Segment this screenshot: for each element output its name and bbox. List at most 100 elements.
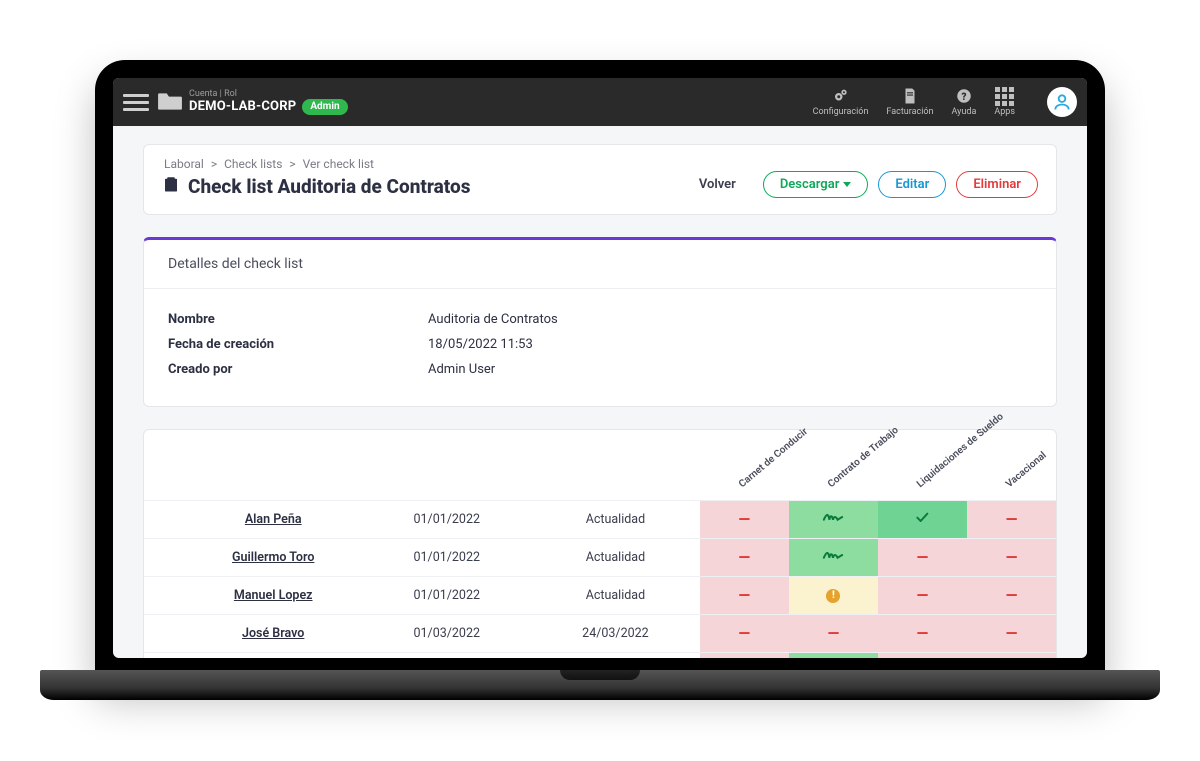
folder-icon xyxy=(157,90,183,115)
status-cell[interactable]: — xyxy=(967,576,1056,614)
missing-icon: — xyxy=(1006,624,1017,642)
start-date: 01/01/2022 xyxy=(362,500,531,538)
header-actions: Configuración Facturación ? Ayuda Apps xyxy=(813,87,1077,117)
gear-icon xyxy=(832,87,850,105)
status-cell[interactable]: — xyxy=(967,538,1056,576)
account-sublabel: Cuenta | Rol xyxy=(189,89,348,99)
document-icon xyxy=(901,87,919,105)
status-cell[interactable]: — xyxy=(967,652,1056,658)
table-row: Guillermo Toro 01/01/2022Actualidad — — — xyxy=(144,538,1056,576)
end-date: Actualidad xyxy=(531,538,700,576)
end-date: Actualidad xyxy=(531,576,700,614)
signature-icon xyxy=(822,510,844,528)
app-viewport: Cuenta | Rol DEMO-LAB-CORP Admin Configu… xyxy=(113,78,1087,658)
role-badge: Admin xyxy=(302,99,347,115)
crumb-1[interactable]: Laboral xyxy=(164,157,204,171)
start-date: 01/01/2022 xyxy=(362,538,531,576)
detail-created-label: Fecha de creación xyxy=(168,337,428,352)
start-date: 01/03/2022 xyxy=(362,652,531,658)
download-button[interactable]: Descargar xyxy=(763,171,869,198)
missing-icon: — xyxy=(917,624,928,642)
status-cell[interactable]: — xyxy=(878,652,967,658)
menu-icon[interactable] xyxy=(123,94,149,111)
status-cell[interactable]: — xyxy=(700,500,789,538)
warning-icon: ! xyxy=(826,589,840,603)
status-cell[interactable] xyxy=(789,538,878,576)
table-row: José Bravo 01/03/202224/03/2022 — — — — xyxy=(144,614,1056,652)
status-cell[interactable]: — xyxy=(878,538,967,576)
details-header: Detalles del check list xyxy=(144,240,1056,289)
missing-icon: — xyxy=(917,548,928,566)
status-cell[interactable]: — xyxy=(789,614,878,652)
nav-apps-label: Apps xyxy=(994,107,1015,117)
status-cell[interactable] xyxy=(878,500,967,538)
col-carnet: Carnet de Conducir xyxy=(700,430,789,500)
table-row: Manuel Lopez01/01/2022Actualidad—!—— xyxy=(144,576,1056,614)
details-card: Detalles del check list NombreAuditoria … xyxy=(143,237,1057,407)
table-row: Alan Peña01/01/2022Actualidad—— xyxy=(144,500,1056,538)
detail-name-label: Nombre xyxy=(168,312,428,327)
chevron-down-icon xyxy=(843,182,851,187)
nav-help-label: Ayuda xyxy=(952,107,977,117)
back-button[interactable]: Volver xyxy=(682,171,753,198)
missing-icon: — xyxy=(1006,586,1017,604)
col-contrato: Contrato de Trabajo xyxy=(789,430,878,500)
person-link[interactable]: Guillermo Toro xyxy=(232,550,314,565)
app-header: Cuenta | Rol DEMO-LAB-CORP Admin Configu… xyxy=(113,78,1087,126)
status-cell[interactable]: ! xyxy=(789,576,878,614)
crumb-2[interactable]: Check lists xyxy=(224,157,282,171)
nav-apps[interactable]: Apps xyxy=(994,87,1015,117)
nav-help[interactable]: ? Ayuda xyxy=(952,87,977,117)
end-date: 24/03/2022 xyxy=(531,652,700,658)
svg-text:?: ? xyxy=(961,92,966,103)
nav-config[interactable]: Configuración xyxy=(813,87,869,117)
start-date: 01/01/2022 xyxy=(362,576,531,614)
laptop-frame: Cuenta | Rol DEMO-LAB-CORP Admin Configu… xyxy=(95,60,1105,680)
clipboard-icon xyxy=(162,175,180,198)
status-cell[interactable]: — xyxy=(878,614,967,652)
col-vacacional: Vacacional xyxy=(967,430,1056,500)
missing-icon: — xyxy=(1006,548,1017,566)
missing-icon: — xyxy=(1006,510,1017,528)
apps-icon xyxy=(996,87,1014,105)
end-date: 24/03/2022 xyxy=(531,614,700,652)
missing-icon: — xyxy=(739,548,750,566)
avatar[interactable] xyxy=(1047,87,1077,117)
status-cell[interactable]: — xyxy=(878,576,967,614)
grid-card: Carnet de Conducir Contrato de Trabajo L… xyxy=(143,429,1057,658)
status-cell[interactable]: — xyxy=(700,614,789,652)
detail-by-label: Creado por xyxy=(168,362,428,377)
breadcrumb: Laboral > Check lists > Ver check list xyxy=(162,157,682,171)
start-date: 01/03/2022 xyxy=(362,614,531,652)
title-actions: Volver Descargar Editar Eliminar xyxy=(682,171,1038,198)
missing-icon: — xyxy=(739,624,750,642)
missing-icon: — xyxy=(828,624,839,642)
account-name: DEMO-LAB-CORP xyxy=(189,100,296,115)
col-liquidaciones: Liquidaciones de Sueldo xyxy=(878,430,967,500)
checklist-table: Carnet de Conducir Contrato de Trabajo L… xyxy=(144,430,1056,658)
nav-billing[interactable]: Facturación xyxy=(886,87,933,117)
status-cell[interactable]: — xyxy=(700,652,789,658)
person-link[interactable]: Manuel Lopez xyxy=(234,588,313,603)
missing-icon: — xyxy=(917,586,928,604)
help-icon: ? xyxy=(955,87,973,105)
detail-name-value: Auditoria de Contratos xyxy=(428,312,1032,327)
nav-billing-label: Facturación xyxy=(886,107,933,117)
title-card: Laboral > Check lists > Ver check list C… xyxy=(143,144,1057,215)
status-cell[interactable]: — xyxy=(700,538,789,576)
status-cell[interactable] xyxy=(789,652,878,658)
delete-button[interactable]: Eliminar xyxy=(956,171,1038,198)
page-title-text: Check list Auditoria de Contratos xyxy=(188,175,470,198)
person-link[interactable]: Alan Peña xyxy=(245,512,302,527)
status-cell[interactable]: — xyxy=(700,576,789,614)
nav-config-label: Configuración xyxy=(813,107,869,117)
status-cell[interactable] xyxy=(789,500,878,538)
edit-button[interactable]: Editar xyxy=(878,171,946,198)
status-cell[interactable]: — xyxy=(967,500,1056,538)
signature-icon xyxy=(822,548,844,566)
missing-icon: — xyxy=(739,510,750,528)
page-body: Laboral > Check lists > Ver check list C… xyxy=(113,126,1087,658)
status-cell[interactable]: — xyxy=(967,614,1056,652)
person-link[interactable]: José Bravo xyxy=(242,626,304,641)
page-title: Check list Auditoria de Contratos xyxy=(162,175,682,198)
